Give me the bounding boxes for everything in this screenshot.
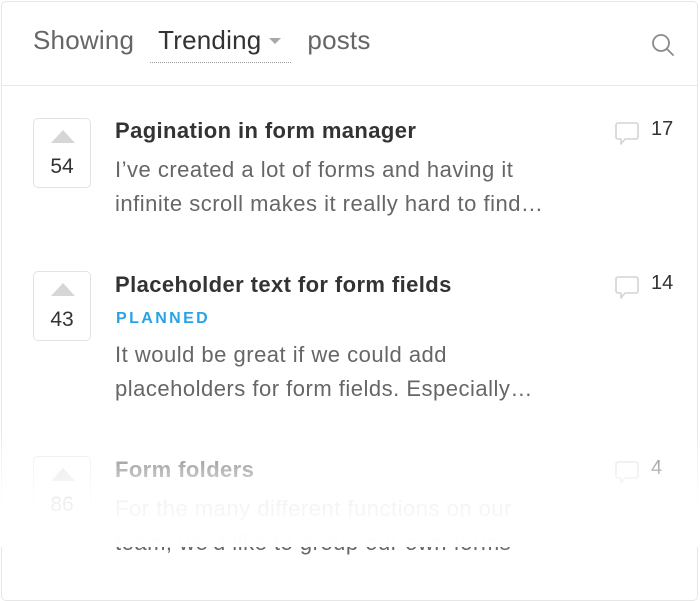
vote-count: 86 — [50, 493, 74, 516]
comments-link[interactable]: 14 — [614, 272, 694, 300]
posts-card: Showing Trending posts 54 Pagination in fo… — [1, 1, 698, 601]
excerpt-line: placeholders for form fields. Especially… — [115, 376, 533, 401]
status-badge: PLANNED — [116, 310, 211, 327]
excerpt-line: It would be great if we could add — [115, 342, 448, 367]
upvote-arrow-icon — [51, 130, 75, 143]
comment-count: 17 — [651, 118, 674, 140]
comment-bubble-icon — [615, 461, 639, 484]
posts-header: Showing Trending posts — [2, 2, 697, 86]
comment-count: 4 — [651, 457, 663, 479]
comment-bubble-icon — [615, 122, 639, 145]
showing-label: Showing — [33, 25, 135, 55]
sort-dropdown[interactable]: Trending — [150, 25, 292, 63]
posts-label: posts — [307, 25, 371, 55]
vote-count: 54 — [50, 155, 74, 178]
upvote-button[interactable]: 54 — [33, 118, 91, 188]
excerpt-line: For the many different functions on our — [115, 496, 512, 521]
post-excerpt: For the many different functions on our … — [115, 492, 595, 560]
upvote-arrow-icon — [51, 468, 75, 481]
sort-value: Trending — [158, 25, 262, 55]
search-button[interactable] — [650, 32, 676, 58]
vote-count: 43 — [50, 308, 74, 331]
post-title[interactable]: Form folders — [115, 457, 254, 483]
excerpt-line: team, we'd like to group our own forms — [115, 530, 512, 555]
comment-bubble-icon — [615, 276, 639, 299]
upvote-button[interactable]: 86 — [33, 456, 91, 526]
upvote-arrow-icon — [51, 283, 75, 296]
caret-down-icon — [269, 38, 282, 44]
comment-count: 14 — [651, 272, 674, 294]
excerpt-line: I’ve created a lot of forms and having i… — [115, 157, 514, 182]
post-excerpt: It would be great if we could add placeh… — [115, 338, 595, 406]
post-title[interactable]: Pagination in form manager — [115, 118, 416, 144]
post-title[interactable]: Placeholder text for form fields — [115, 272, 452, 298]
comments-link[interactable]: 4 — [614, 457, 694, 485]
post-excerpt: I’ve created a lot of forms and having i… — [115, 153, 595, 221]
comments-link[interactable]: 17 — [614, 118, 694, 146]
upvote-button[interactable]: 43 — [33, 271, 91, 341]
search-icon — [652, 34, 674, 56]
excerpt-line: infinite scroll makes it really hard to … — [115, 191, 544, 216]
sort-sentence: Showing Trending posts — [33, 25, 371, 63]
